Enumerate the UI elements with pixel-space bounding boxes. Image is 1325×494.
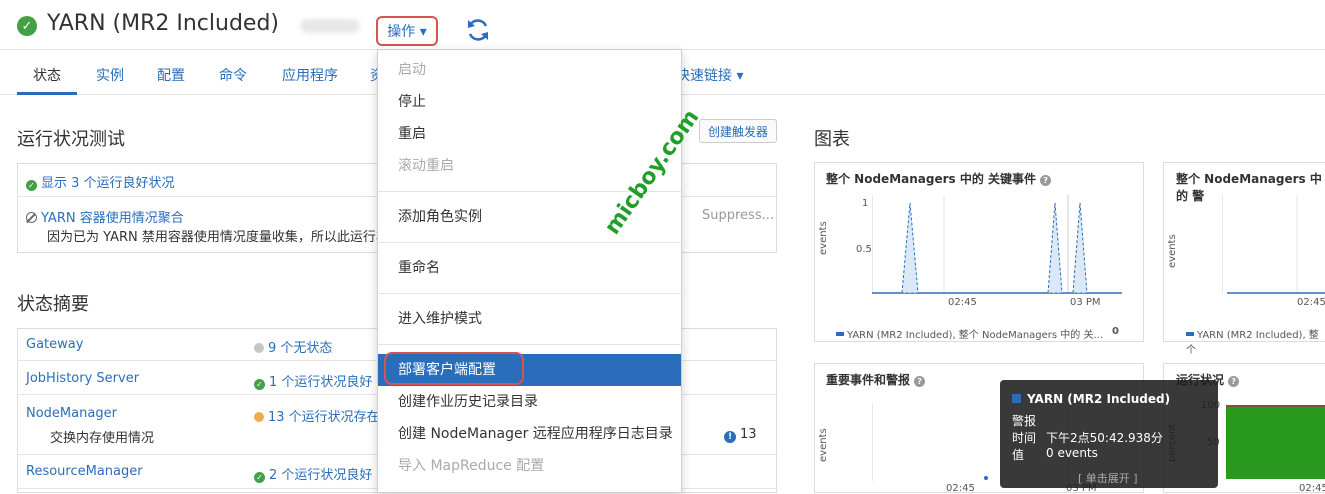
legend-swatch bbox=[836, 332, 844, 336]
y-axis-label: events bbox=[1167, 234, 1178, 268]
create-trigger-button[interactable]: 创建触发器 bbox=[699, 119, 777, 143]
menu-item-start[interactable]: 启动 bbox=[378, 55, 681, 85]
x-tick: 02:45 bbox=[948, 297, 977, 308]
disabled-icon bbox=[26, 212, 37, 223]
help-icon[interactable]: ? bbox=[1040, 175, 1052, 186]
tooltip-alert: 警报 bbox=[1012, 414, 1037, 428]
tooltip-value-label: 值 bbox=[1012, 448, 1025, 462]
active-tab-indicator bbox=[17, 92, 77, 95]
tooltip-expand[interactable]: [ 单击展开 ] bbox=[1078, 470, 1138, 486]
role-resourcemanager-link[interactable]: ResourceManager bbox=[26, 464, 143, 479]
y-axis-label: events bbox=[818, 428, 829, 462]
menu-divider bbox=[378, 242, 681, 243]
chart-plot bbox=[1222, 195, 1325, 294]
y-tick: 0.5 bbox=[856, 244, 872, 255]
x-tick: 02:45 bbox=[946, 483, 975, 494]
menu-divider bbox=[378, 344, 681, 345]
swap-usage-label: 交换内存使用情况 bbox=[50, 431, 155, 446]
resourcemanager-status[interactable]: ✓ 2 个运行状况良好 bbox=[254, 464, 372, 483]
x-tick: 02:45 bbox=[1297, 297, 1325, 308]
tooltip-time-value: 下午2点50:42.938分 bbox=[1046, 431, 1163, 445]
refresh-icon[interactable] bbox=[464, 16, 492, 44]
blurred-cluster-name bbox=[300, 19, 360, 33]
menu-item-restart[interactable]: 重启 bbox=[378, 119, 681, 149]
tab-status[interactable]: 状态 bbox=[33, 65, 61, 85]
chart-legend: YARN (MR2 Included), 整个 NodeManagers 中的 … bbox=[836, 326, 1103, 341]
swap-usage-count[interactable]: ! 13 bbox=[724, 427, 757, 443]
tab-configuration[interactable]: 配置 bbox=[157, 65, 185, 85]
tooltip-value: 0 events bbox=[1046, 446, 1098, 460]
legend-swatch bbox=[1186, 332, 1194, 336]
menu-item-create-job-history-dir[interactable]: 创建作业历史记录目录 bbox=[378, 387, 681, 417]
health-area bbox=[1226, 405, 1325, 479]
y-axis-label: events bbox=[818, 221, 829, 255]
status-summary-title: 状态摘要 bbox=[17, 294, 89, 315]
menu-item-maintenance-mode[interactable]: 进入维护模式 bbox=[378, 304, 681, 334]
x-tick: 03 PM bbox=[1070, 297, 1101, 308]
menu-divider bbox=[378, 293, 681, 294]
nodemanager-status[interactable]: 13 个运行状况存在 bbox=[254, 406, 380, 425]
page-title: YARN (MR2 Included) bbox=[47, 11, 279, 36]
health-tests-title: 运行状况测试 bbox=[17, 129, 125, 150]
suppress-link[interactable]: Suppress... bbox=[702, 208, 774, 223]
menu-item-import-mapreduce-config[interactable]: 导入 MapReduce 配置 bbox=[378, 451, 681, 481]
jobhistory-status[interactable]: ✓ 1 个运行状况良好 bbox=[254, 371, 372, 390]
tooltip-title: YARN (MR2 Included) bbox=[1012, 392, 1170, 406]
legend-value: 0 bbox=[1112, 326, 1119, 337]
check-icon: ✓ bbox=[26, 180, 37, 191]
warning-icon bbox=[254, 412, 264, 422]
show-good-health-link[interactable]: ✓ 显示 3 个运行良好状况 bbox=[26, 172, 175, 191]
status-good-icon: ✓ bbox=[17, 16, 37, 36]
highlight-outline bbox=[384, 352, 524, 385]
check-icon: ✓ bbox=[254, 472, 265, 483]
chart-tooltip: YARN (MR2 Included) 警报 时间 下午2点50:42.938分… bbox=[1000, 380, 1218, 488]
role-gateway-link[interactable]: Gateway bbox=[26, 337, 83, 352]
charts-title: 图表 bbox=[814, 129, 850, 150]
tab-instances[interactable]: 实例 bbox=[96, 65, 124, 85]
actions-menu: 启动 停止 重启 滚动重启 添加角色实例 重命名 进入维护模式 部署客户端配置 … bbox=[377, 49, 682, 493]
role-nodemanager-link[interactable]: NodeManager bbox=[26, 406, 117, 421]
menu-item-rename[interactable]: 重命名 bbox=[378, 253, 681, 283]
chart-plot bbox=[872, 195, 1122, 294]
tooltip-time-label: 时间 bbox=[1012, 431, 1037, 445]
chart-legend: YARN (MR2 Included), 整个 bbox=[1186, 330, 1319, 356]
role-jobhistory-link[interactable]: JobHistory Server bbox=[26, 371, 139, 386]
container-usage-description: 因为已为 YARN 禁用容器使用情况度量收集，所以此运行状 bbox=[47, 230, 389, 245]
menu-item-create-nm-log-dir[interactable]: 创建 NodeManager 远程应用程序日志目录 bbox=[378, 419, 681, 449]
gateway-status[interactable]: 9 个无状态 bbox=[254, 337, 332, 356]
chart-title: 重要事件和警报? bbox=[826, 371, 926, 388]
container-usage-test-link[interactable]: YARN 容器使用情况聚合 bbox=[26, 207, 184, 226]
info-icon: ! bbox=[724, 431, 736, 443]
check-icon: ✓ bbox=[254, 379, 265, 390]
tab-quick-links[interactable]: 快速链接 ▾ bbox=[676, 65, 743, 85]
help-icon[interactable]: ? bbox=[914, 376, 926, 387]
no-status-icon bbox=[254, 343, 264, 353]
chart-title: 整个 NodeManagers 中的 关键事件? bbox=[826, 170, 1052, 187]
menu-item-stop[interactable]: 停止 bbox=[378, 87, 681, 117]
tab-applications[interactable]: 应用程序 bbox=[282, 65, 338, 85]
series-swatch bbox=[1012, 394, 1021, 403]
tab-commands[interactable]: 命令 bbox=[219, 65, 247, 85]
actions-button[interactable]: 操作 ▾ bbox=[376, 16, 438, 46]
y-tick: 1 bbox=[862, 198, 869, 209]
menu-item-more[interactable]: ... bbox=[378, 481, 681, 492]
help-icon[interactable]: ? bbox=[1228, 376, 1240, 387]
x-tick: 02:45 bbox=[1299, 483, 1325, 494]
